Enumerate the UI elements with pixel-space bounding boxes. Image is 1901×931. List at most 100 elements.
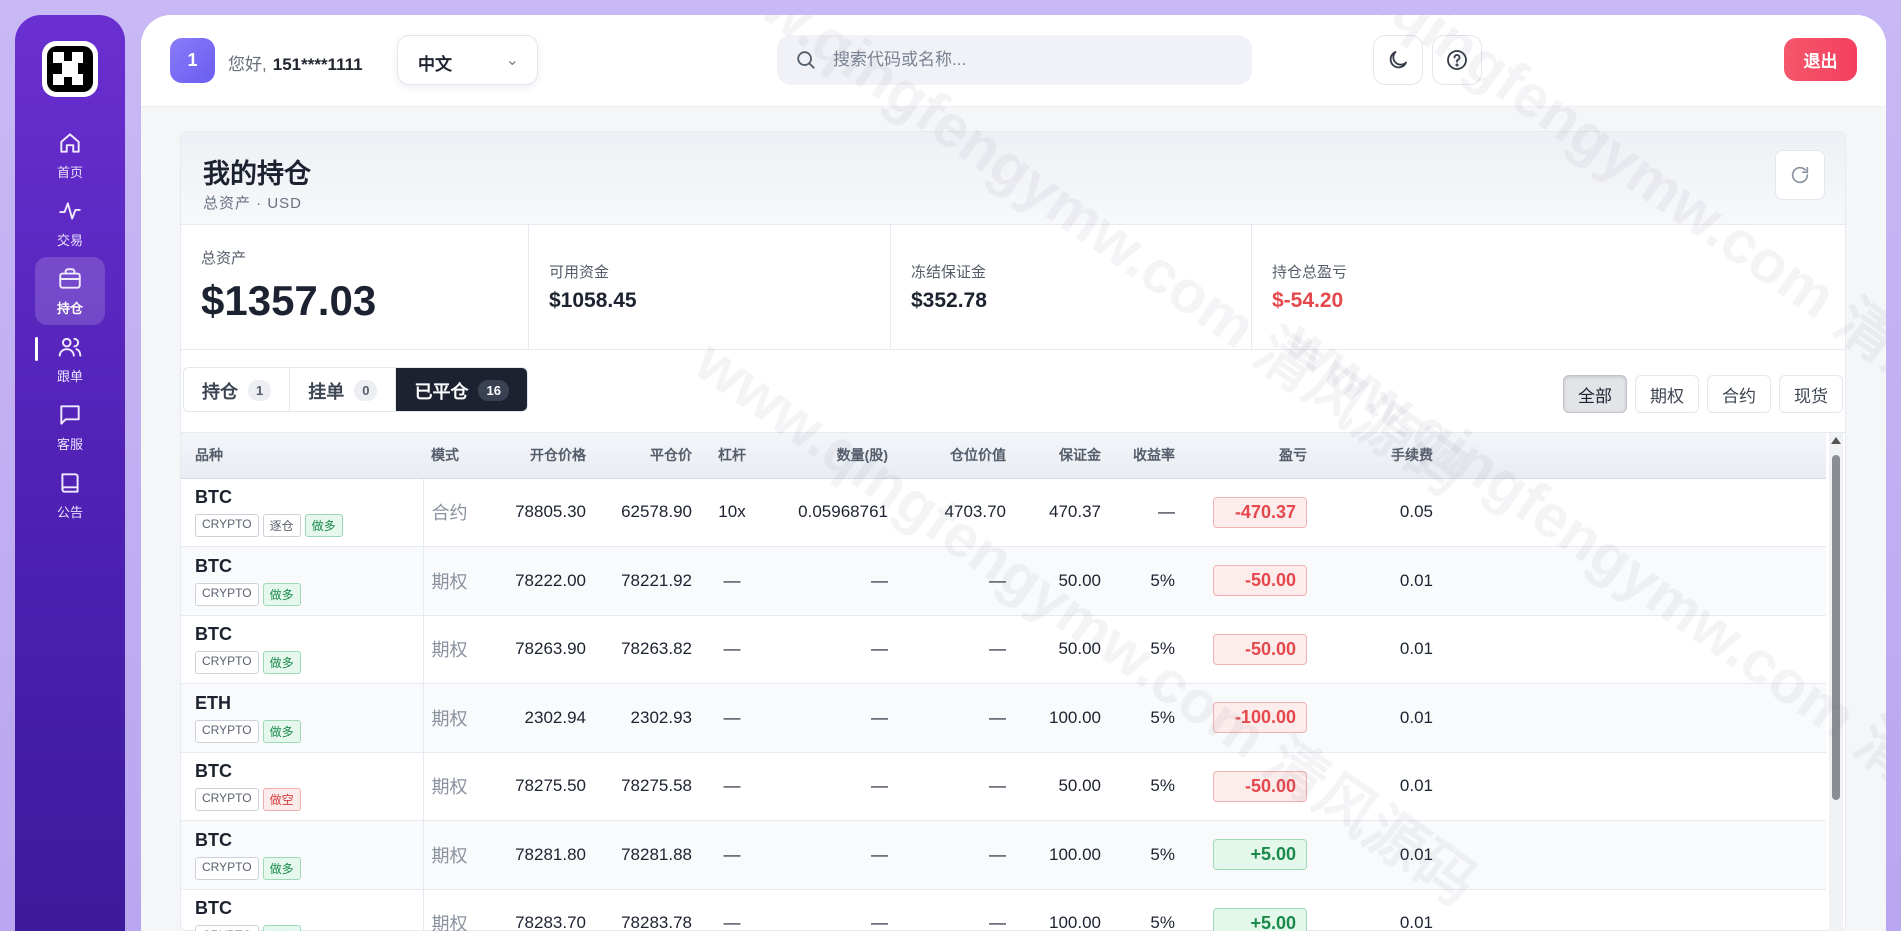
card-header: 我的持仓 总资产 · USD — [181, 132, 1845, 225]
pnl-badge: +5.00 — [1213, 907, 1307, 931]
table-header: 品种 模式 开仓价格 平仓价 杠杆 数量(股) 仓位价值 保证金 收益率 盈亏 手续费 — [181, 433, 1826, 479]
table-row[interactable]: BTC CRYPTO 做多 期权 78263.90 78263.82 — — — 5… — [181, 615, 1826, 684]
column-header: 盈亏 — [1187, 433, 1319, 479]
stat-value: $352.78 — [911, 289, 987, 312]
table-row[interactable]: BTC CRYPTO做多 期权 78283.70 78283.78 — — — 1… — [181, 889, 1826, 931]
stat-value: $-54.20 — [1272, 289, 1344, 312]
pnl-badge: -50.00 — [1213, 633, 1307, 665]
tag-badge: CRYPTO — [195, 719, 259, 743]
tab-1[interactable]: 挂单 0 — [290, 368, 397, 411]
sidebar-item-label: 首页 — [56, 164, 83, 180]
cell-position-value: — — [900, 615, 1018, 684]
help-button[interactable] — [1432, 35, 1482, 85]
cell-close-price: 78275.58 — [598, 752, 704, 821]
cell-open-price: 78805.30 — [493, 478, 598, 547]
cell-leverage: 10x — [704, 478, 760, 547]
cell-symbol: BTC CRYPTO做多 — [181, 615, 424, 684]
cell-open-price: 78281.80 — [493, 820, 598, 890]
language-select[interactable]: 中文 ⌄ — [397, 35, 538, 85]
cell-margin: 50.00 — [1018, 546, 1113, 616]
table-row[interactable]: BTC CRYPTO 做多 期权 78222.00 78221.92 — — — 5… — [181, 546, 1826, 616]
sidebar-item-5[interactable]: 公告 — [35, 461, 105, 529]
cell-margin: 100.00 — [1018, 683, 1113, 753]
logout-button[interactable]: 退出 — [1784, 38, 1857, 81]
home-icon — [60, 132, 80, 153]
tag-list: CRYPTO做多 — [195, 856, 423, 880]
table-row[interactable]: BTC CRYPTO 做空 期权 78275.50 78275.58 — — — 5… — [181, 752, 1826, 821]
cell-leverage: — — [704, 820, 760, 890]
cell-fee: 0.01 — [1319, 615, 1445, 684]
tab-2[interactable]: 已平仓 16 — [396, 368, 527, 411]
sidebar-item-2[interactable]: 持仓 — [35, 257, 105, 325]
sidebar-item-4[interactable]: 客服 — [35, 393, 105, 461]
cell-mode: 期权 — [423, 752, 493, 821]
cell-open-price: 78283.70 — [493, 889, 598, 931]
search-box[interactable] — [777, 35, 1252, 85]
column-header: 数量(股) — [760, 433, 900, 479]
avatar[interactable]: 1 — [170, 38, 215, 83]
scroll-up-arrow[interactable] — [1831, 437, 1841, 444]
cell-yield: 5% — [1113, 546, 1187, 616]
cell-spacer — [1445, 820, 1826, 890]
table-row[interactable]: BTC CRYPTO 逐仓 做多 合约 78805.30 62578.90 10x 0… — [181, 478, 1826, 547]
page-subtitle: 总资产 · USD — [203, 195, 303, 212]
cell-quantity: — — [760, 546, 900, 616]
tab-count-badge: 1 — [248, 380, 272, 401]
cell-close-price: 62578.90 — [598, 478, 704, 547]
top-bar: 1 您好, 151****1111 中文 ⌄ 退出 — [141, 15, 1886, 107]
tag-badge: 做多 — [262, 925, 301, 931]
tag-list: CRYPTO做多 — [195, 582, 423, 606]
tab-label: 已平仓 — [414, 381, 469, 402]
position-tabs: 持仓 1 挂单 0 已平仓 16 — [183, 367, 528, 412]
symbol: BTC — [195, 761, 232, 782]
cell-margin: 100.00 — [1018, 820, 1113, 890]
cell-symbol: BTC CRYPTO做多 — [181, 820, 424, 890]
symbol: BTC — [195, 898, 232, 919]
stat-label: 冻结保证金 — [911, 264, 987, 281]
sidebar-item-1[interactable]: 交易 — [35, 189, 105, 257]
table-row[interactable]: ETH CRYPTO 做多 期权 2302.94 2302.93 — — — 100… — [181, 683, 1826, 753]
tag-badge: 做多 — [304, 514, 343, 538]
scrollbar[interactable] — [1829, 433, 1843, 931]
cell-pnl: -50.00 — [1187, 615, 1319, 684]
table-row[interactable]: BTC CRYPTO 做多 期权 78281.80 78281.88 — — — 1… — [181, 820, 1826, 890]
theme-toggle-button[interactable] — [1373, 35, 1423, 85]
sidebar-item-3[interactable]: 跟单 — [35, 325, 105, 393]
pnl-badge: +5.00 — [1213, 839, 1307, 871]
stat-value: $1058.45 — [549, 289, 637, 312]
username: 151****1111 — [272, 55, 363, 74]
sidebar-item-0[interactable]: 首页 — [35, 121, 105, 189]
cell-fee: 0.01 — [1319, 889, 1445, 931]
filter-button-0[interactable]: 全部 — [1563, 375, 1627, 413]
filter-button-2[interactable]: 合约 — [1707, 375, 1771, 413]
cell-position-value: — — [900, 546, 1018, 616]
cell-yield: 5% — [1113, 752, 1187, 821]
search-input[interactable] — [833, 35, 1233, 85]
cell-quantity: — — [760, 752, 900, 821]
column-header: 品种 — [181, 433, 423, 479]
cell-symbol: BTC CRYPTO 逐仓 做多 — [181, 478, 424, 547]
help-icon — [1447, 50, 1467, 70]
cell-pnl: +5.00 — [1187, 889, 1319, 931]
tab-0[interactable]: 持仓 1 — [184, 368, 291, 411]
app-logo[interactable] — [42, 41, 98, 97]
cell-mode: 期权 — [423, 683, 493, 753]
pnl-badge: -470.37 — [1213, 496, 1307, 528]
cell-open-price: 78263.90 — [493, 615, 598, 684]
refresh-button[interactable] — [1775, 150, 1825, 200]
filter-button-3[interactable]: 现货 — [1779, 375, 1843, 413]
cell-leverage: — — [704, 546, 760, 616]
tag-badge: 逐仓 — [262, 514, 301, 538]
filter-button-1[interactable]: 期权 — [1635, 375, 1699, 413]
stat-label: 可用资金 — [549, 264, 610, 281]
sidebar-item-label: 公告 — [56, 504, 83, 520]
cell-leverage: — — [704, 752, 760, 821]
tag-badge: CRYPTO — [195, 925, 259, 931]
stat-label: 持仓总盈亏 — [1272, 264, 1348, 281]
scroll-thumb[interactable] — [1832, 455, 1840, 800]
cell-leverage: — — [704, 889, 760, 931]
column-header: 开仓价格 — [493, 433, 598, 479]
tag-badge: CRYPTO — [195, 514, 259, 538]
sidebar-item-label: 跟单 — [56, 368, 83, 384]
closed-positions-table: 品种 模式 开仓价格 平仓价 杠杆 数量(股) 仓位价值 保证金 收益率 盈亏 手续费 BTC CRY… — [181, 432, 1845, 931]
